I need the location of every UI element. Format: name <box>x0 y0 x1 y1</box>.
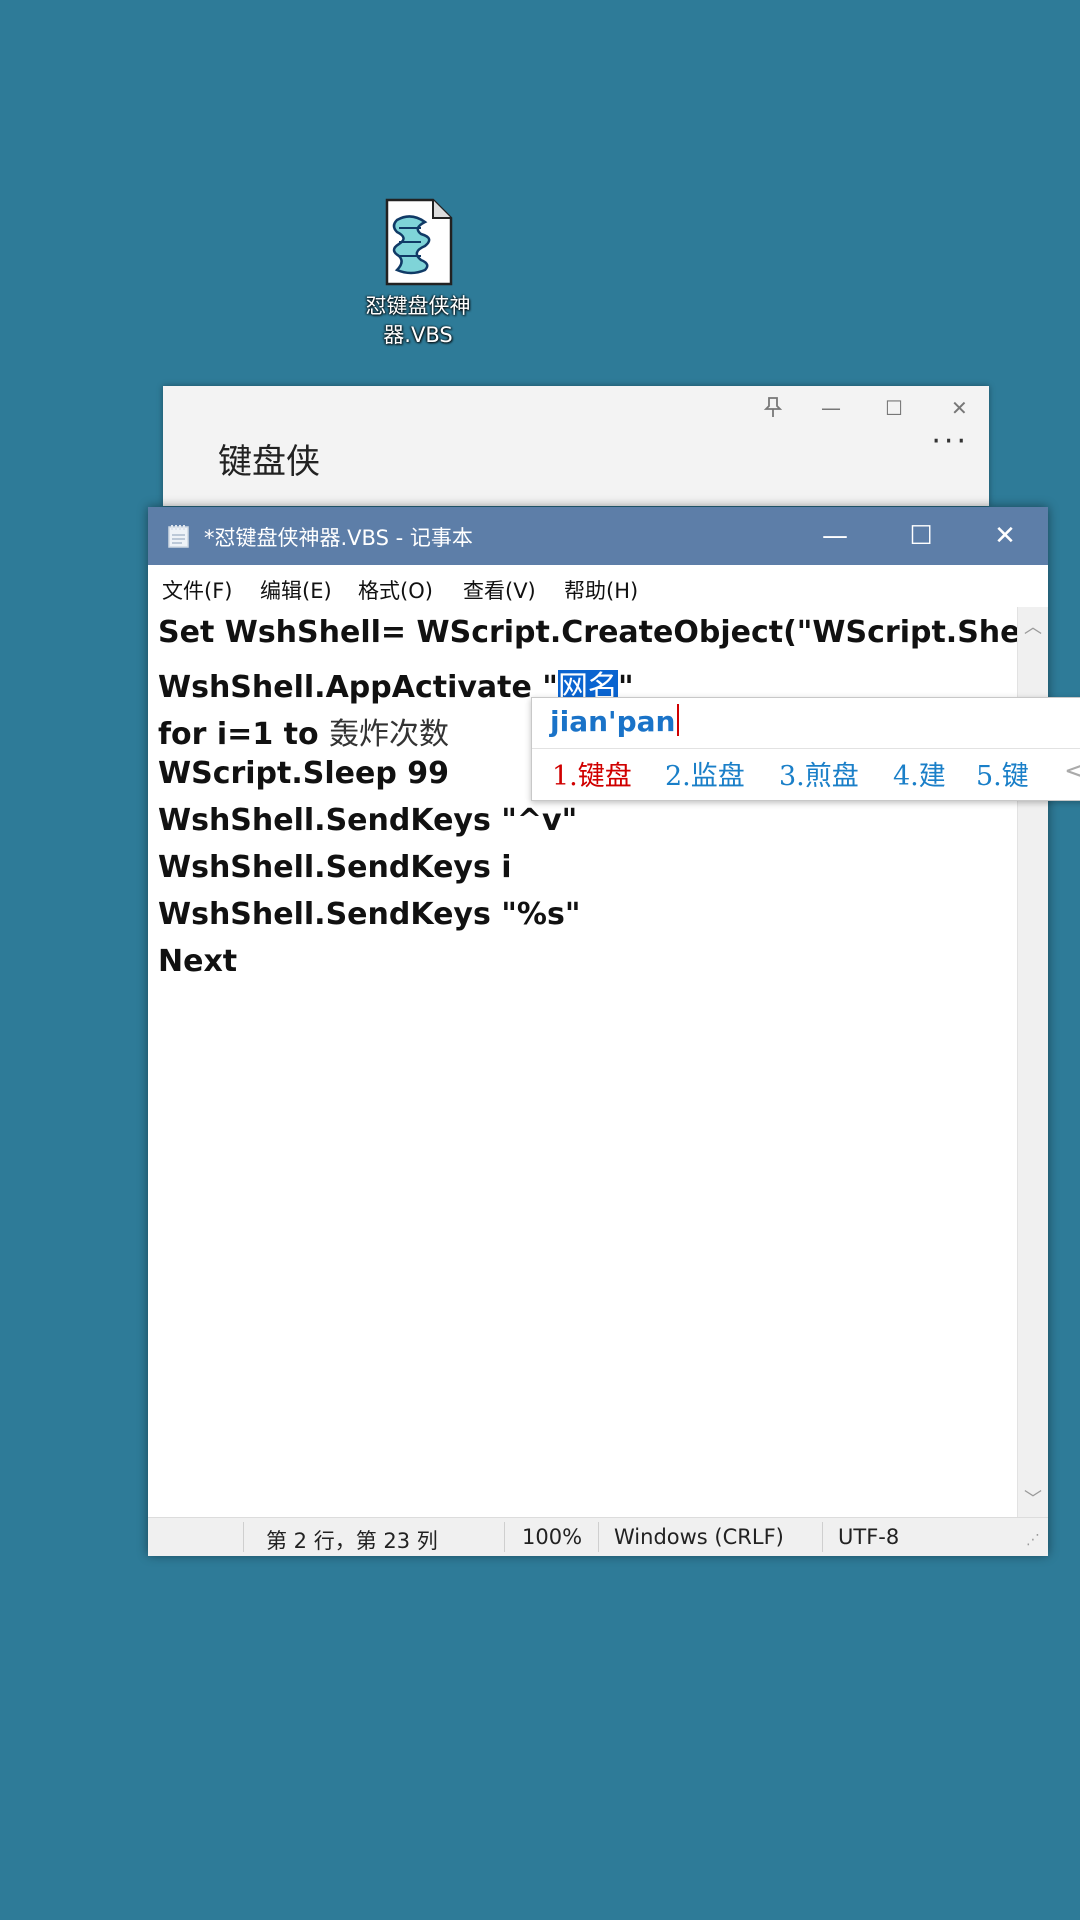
zoom-level: 100% <box>522 1525 583 1549</box>
close-button[interactable]: ✕ <box>962 507 1048 565</box>
desktop-file-label: 怼键盘侠神 器.VBS <box>365 294 471 347</box>
scroll-up-icon[interactable]: ︿ <box>1018 613 1048 639</box>
ime-candidate[interactable]: 4.建 <box>893 754 946 793</box>
background-window[interactable]: — ☐ ✕ 键盘侠 ··· <box>163 386 989 506</box>
window-title: 键盘侠 <box>218 442 320 482</box>
status-bar: 第 2 行，第 23 列 100% Windows (CRLF) UTF-8 ⋰ <box>148 1517 1048 1556</box>
minimize-button[interactable]: — <box>821 396 841 420</box>
code-line: WshShell.SendKeys "^v" <box>158 803 578 838</box>
notepad-icon <box>166 523 192 549</box>
ime-candidate[interactable]: 5.键 <box>976 754 1029 793</box>
pin-icon[interactable] <box>763 396 783 423</box>
menu-view[interactable]: 查看(V) <box>463 575 536 605</box>
code-line: WshShell.SendKeys i <box>158 850 512 885</box>
resize-grip-icon[interactable]: ⋰ <box>1026 1532 1040 1548</box>
menu-format[interactable]: 格式(O) <box>358 575 433 605</box>
ime-composition: jian'pan <box>550 704 680 738</box>
menu-help[interactable]: 帮助(H) <box>564 575 638 605</box>
ime-candidate[interactable]: 2.监盘 <box>665 754 745 793</box>
minimize-button[interactable]: — <box>792 507 878 565</box>
vbs-script-file-icon <box>381 198 455 288</box>
code-line: WshShell.SendKeys "%s" <box>158 897 581 932</box>
ime-prev-page-icon[interactable]: < <box>1064 756 1080 786</box>
maximize-button[interactable]: ☐ <box>878 507 964 565</box>
cursor-position: 第 2 行，第 23 列 <box>266 1529 438 1553</box>
code-line: Set WshShell= WScript.CreateObject("WScr… <box>158 615 1018 650</box>
code-line: for i=1 to 轰炸次数 <box>158 717 450 752</box>
line-ending: Windows (CRLF) <box>614 1525 784 1549</box>
desktop-file-icon[interactable]: 怼键盘侠神 器.VBS <box>352 198 484 350</box>
menu-file[interactable]: 文件(F) <box>162 575 232 605</box>
scroll-down-icon[interactable]: ﹀ <box>1018 1485 1048 1511</box>
ime-candidate[interactable]: 3.煎盘 <box>779 754 859 793</box>
ime-candidate[interactable]: 1.键盘 <box>552 754 632 793</box>
ime-candidate-window: jian'pan 1.键盘 2.监盘 3.煎盘 4.建 5.键 < <box>531 697 1080 801</box>
close-button[interactable]: ✕ <box>951 396 968 420</box>
encoding: UTF-8 <box>838 1525 900 1549</box>
menu-edit[interactable]: 编辑(E) <box>260 575 332 605</box>
maximize-button[interactable]: ☐ <box>885 396 903 420</box>
title-bar[interactable]: *怼键盘侠神器.VBS - 记事本 — ☐ ✕ <box>148 507 1048 565</box>
more-options-button[interactable]: ··· <box>931 424 969 459</box>
window-title: *怼键盘侠神器.VBS - 记事本 <box>204 526 473 550</box>
code-line: WScript.Sleep 99 <box>158 756 450 791</box>
menu-bar: 文件(F) 编辑(E) 格式(O) 查看(V) 帮助(H) <box>148 565 1048 607</box>
code-line: Next <box>158 944 238 979</box>
notepad-window: *怼键盘侠神器.VBS - 记事本 — ☐ ✕ 文件(F) 编辑(E) 格式(O… <box>148 507 1048 1556</box>
